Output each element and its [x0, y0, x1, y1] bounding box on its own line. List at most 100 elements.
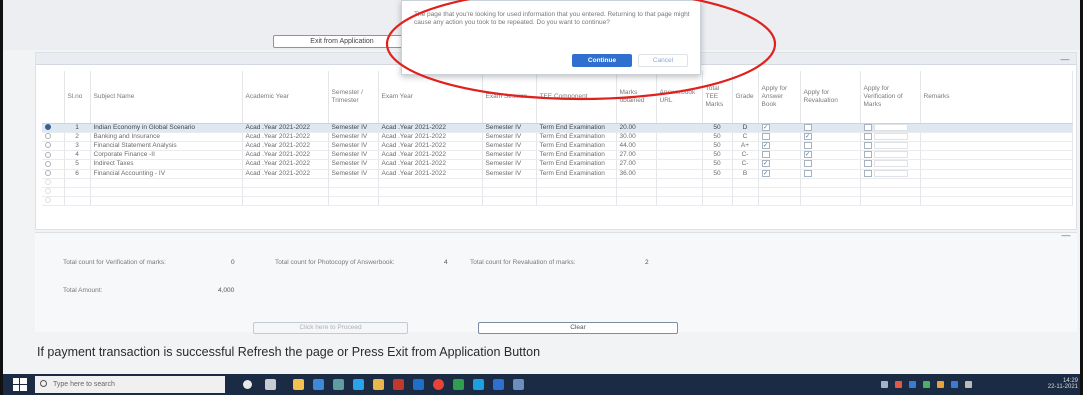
apply-verification-checkbox[interactable]	[863, 132, 872, 140]
apply-revaluation-checkbox[interactable]	[803, 169, 812, 177]
volume-icon[interactable]	[965, 381, 972, 388]
clear-button[interactable]: Clear	[478, 322, 678, 334]
cell-total: 50	[702, 159, 733, 170]
apply-verification-checkbox[interactable]	[863, 123, 872, 131]
apply-revaluation-checkbox[interactable]	[803, 160, 812, 168]
cell-session: Semester IV	[482, 150, 537, 161]
tray-icon[interactable]	[881, 381, 888, 388]
row-select-radio[interactable]	[45, 160, 51, 167]
column-header: TEE Component	[536, 71, 617, 124]
cell-slno: 6	[64, 169, 91, 179]
column-header: Grade	[732, 71, 759, 124]
remark-input[interactable]	[873, 169, 908, 177]
collapse-icon[interactable]: —	[1060, 55, 1070, 64]
empty-cell	[702, 196, 733, 206]
apply-revaluation-checkbox[interactable]: ✓	[803, 132, 812, 140]
windows-start-icon[interactable]	[13, 378, 27, 391]
table-row[interactable]: 3 Financial Statement Analysis Acad .Year …	[42, 141, 1073, 152]
table-row[interactable]: 4 Corporate Finance -II Acad .Year 2021-20…	[42, 150, 1073, 161]
table-row[interactable]: 1 Indian Economy in Global Scenario Acad .…	[42, 123, 1073, 133]
apply-revaluation-checkbox[interactable]	[803, 123, 812, 131]
cell-answer-book: ✓	[758, 159, 801, 170]
empty-cell	[758, 196, 801, 206]
app-icon[interactable]	[473, 379, 484, 390]
word-icon[interactable]	[413, 379, 424, 390]
cell-marks: 20.00	[616, 123, 657, 133]
row-select-radio[interactable]	[45, 123, 51, 130]
table-row[interactable]: 6 Financial Accounting - IV Acad .Year 202…	[42, 169, 1073, 179]
table-header-row: Sl.no Subject Name Academic Year Semester /…	[42, 71, 1073, 124]
mail-icon[interactable]	[333, 379, 344, 390]
apply-answer-book-checkbox[interactable]: ✓	[761, 169, 770, 177]
tray-icon[interactable]	[895, 381, 902, 388]
cell-remarks	[920, 141, 1073, 152]
empty-cell	[732, 178, 759, 188]
apply-revaluation-checkbox[interactable]: ✓	[803, 151, 812, 159]
row-select-radio[interactable]	[45, 151, 51, 158]
remark-input[interactable]	[873, 151, 908, 159]
proceed-button[interactable]: Click here to Proceed	[253, 322, 408, 334]
empty-cell	[242, 178, 329, 188]
cell-marks: 36.00	[616, 169, 657, 179]
cell-exam-year: Acad .Year 2021-2022	[378, 159, 483, 170]
powerpoint-icon[interactable]	[393, 379, 404, 390]
taskbar-search-input[interactable]: Type here to search	[35, 376, 225, 393]
cell-revaluation	[800, 123, 861, 133]
continue-button[interactable]: Continue	[572, 54, 632, 67]
row-select-radio[interactable]	[45, 142, 51, 149]
empty-cell	[482, 178, 537, 188]
taskbar-clock[interactable]: 14:29 22-11-2021	[1048, 378, 1078, 390]
row-select-radio[interactable]	[45, 133, 51, 140]
remark-input[interactable]	[873, 160, 908, 168]
empty-cell	[616, 196, 657, 206]
empty-cell	[732, 196, 759, 206]
row-select-cell	[42, 123, 65, 133]
cell-semester: Semester IV	[328, 123, 379, 133]
cancel-button[interactable]: Cancel	[638, 54, 688, 67]
remark-input[interactable]	[873, 132, 908, 140]
task-view-icon[interactable]	[265, 379, 276, 390]
apply-answer-book-checkbox[interactable]: ✓	[761, 123, 770, 131]
remark-input[interactable]	[873, 123, 908, 131]
app-icon[interactable]	[513, 379, 524, 390]
clock-date: 22-11-2021	[1047, 384, 1078, 390]
row-select-radio[interactable]	[45, 169, 51, 176]
tray-icon[interactable]	[909, 381, 916, 388]
apply-answer-book-checkbox[interactable]: ✓	[761, 160, 770, 168]
apply-verification-checkbox[interactable]	[863, 151, 872, 159]
apply-verification-checkbox[interactable]	[863, 169, 872, 177]
apply-answer-book-checkbox[interactable]	[761, 132, 770, 140]
apply-verification-checkbox[interactable]	[863, 160, 872, 168]
apply-revaluation-checkbox[interactable]	[803, 141, 812, 149]
apply-answer-book-checkbox[interactable]	[761, 151, 770, 159]
cell-marks: 30.00	[616, 132, 657, 142]
photos-icon[interactable]	[373, 379, 384, 390]
empty-cell	[656, 178, 703, 188]
network-icon[interactable]	[951, 381, 958, 388]
empty-row	[42, 196, 1073, 206]
cell-academic-year: Acad .Year 2021-2022	[242, 159, 329, 170]
column-header: Subject Name	[90, 71, 243, 124]
cell-remarks	[920, 132, 1073, 142]
exit-from-application-button[interactable]: Exit from Application	[273, 35, 411, 48]
collapse-icon[interactable]: —	[1061, 231, 1071, 240]
cell-semester: Semester IV	[328, 132, 379, 142]
cell-subject: Corporate Finance -II	[90, 150, 243, 161]
edge-icon[interactable]	[313, 379, 324, 390]
cell-academic-year: Acad .Year 2021-2022	[242, 141, 329, 152]
tray-icon[interactable]	[937, 381, 944, 388]
chrome-icon[interactable]	[433, 379, 444, 390]
cell-remarks	[920, 150, 1073, 161]
table-row[interactable]: 2 Banking and Insurance Acad .Year 2021-20…	[42, 132, 1073, 142]
excel-icon[interactable]	[453, 379, 464, 390]
table-row[interactable]: 5 Indirect Taxes Acad .Year 2021-2022 Semes…	[42, 159, 1073, 170]
store-icon[interactable]	[353, 379, 364, 390]
tray-icon[interactable]	[923, 381, 930, 388]
cortana-icon[interactable]	[243, 380, 252, 389]
app-icon[interactable]	[493, 379, 504, 390]
apply-answer-book-checkbox[interactable]: ✓	[761, 141, 770, 149]
cell-subject: Indian Economy in Global Scenario	[90, 123, 243, 133]
apply-verification-checkbox[interactable]	[863, 141, 872, 149]
remark-input[interactable]	[873, 141, 908, 149]
file-explorer-icon[interactable]	[293, 379, 304, 390]
